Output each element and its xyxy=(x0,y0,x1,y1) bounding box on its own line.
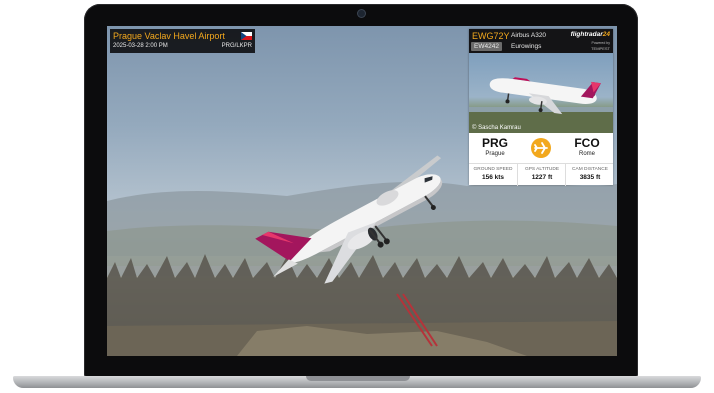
stat-value: 3835 ft xyxy=(579,174,601,181)
czech-flag-icon xyxy=(241,32,252,40)
flight-header: EWG72Y EW4242 Airbus A320 Eurowings flig… xyxy=(469,29,613,53)
photo-credit: © Sascha Kamrau xyxy=(472,125,521,131)
cam-distance-stat: CAM DISTANCE 3835 ft xyxy=(565,164,614,186)
stat-label: CAM DISTANCE xyxy=(572,167,608,172)
flight-info-card[interactable]: EWG72Y EW4242 Airbus A320 Eurowings flig… xyxy=(469,29,613,186)
powered-by-label: Powered by xyxy=(591,41,610,45)
aircraft-type: Airbus A320 xyxy=(511,32,547,39)
flight-route: PRG Prague FCO Rome xyxy=(469,133,613,163)
aircraft-photo[interactable]: © Sascha Kamrau xyxy=(469,53,613,133)
webcam-icon xyxy=(358,10,365,17)
stat-label: GPS ALTITUDE xyxy=(524,167,560,172)
stat-label: GROUND SPEED xyxy=(473,167,513,172)
airport-codes: PRG/LKPR xyxy=(221,43,252,49)
flight-callsign: EWG72Y xyxy=(472,31,510,41)
origin-city: Prague xyxy=(485,151,505,157)
airport-name: Prague Vaclav Havel Airport xyxy=(113,31,225,41)
ground-speed-stat: GROUND SPEED 156 kts xyxy=(469,164,517,186)
stat-value: 1227 ft xyxy=(531,174,553,181)
flight-number-badge: EW4242 xyxy=(471,42,502,51)
stat-value: 156 kts xyxy=(481,174,505,181)
flight-stats: GROUND SPEED 156 kts GPS ALTITUDE 1227 f… xyxy=(469,163,613,186)
powered-by-brand: TEMPEST xyxy=(591,46,610,51)
flightradar24-logo: flightradar24 xyxy=(570,31,610,38)
airline-name: Eurowings xyxy=(511,43,542,50)
gps-altitude-stat: GPS ALTITUDE 1227 ft xyxy=(517,164,566,186)
laptop-notch xyxy=(306,376,410,381)
origin-code: PRG xyxy=(481,136,508,150)
destination-city: Rome xyxy=(578,151,595,157)
plane-icon xyxy=(531,138,551,158)
airport-datetime: 2025-03-28 2:00 PM xyxy=(113,43,168,49)
destination-code: FCO xyxy=(574,136,600,150)
airport-overlay: Prague Vaclav Havel Airport 2025-03-28 2… xyxy=(110,29,255,53)
